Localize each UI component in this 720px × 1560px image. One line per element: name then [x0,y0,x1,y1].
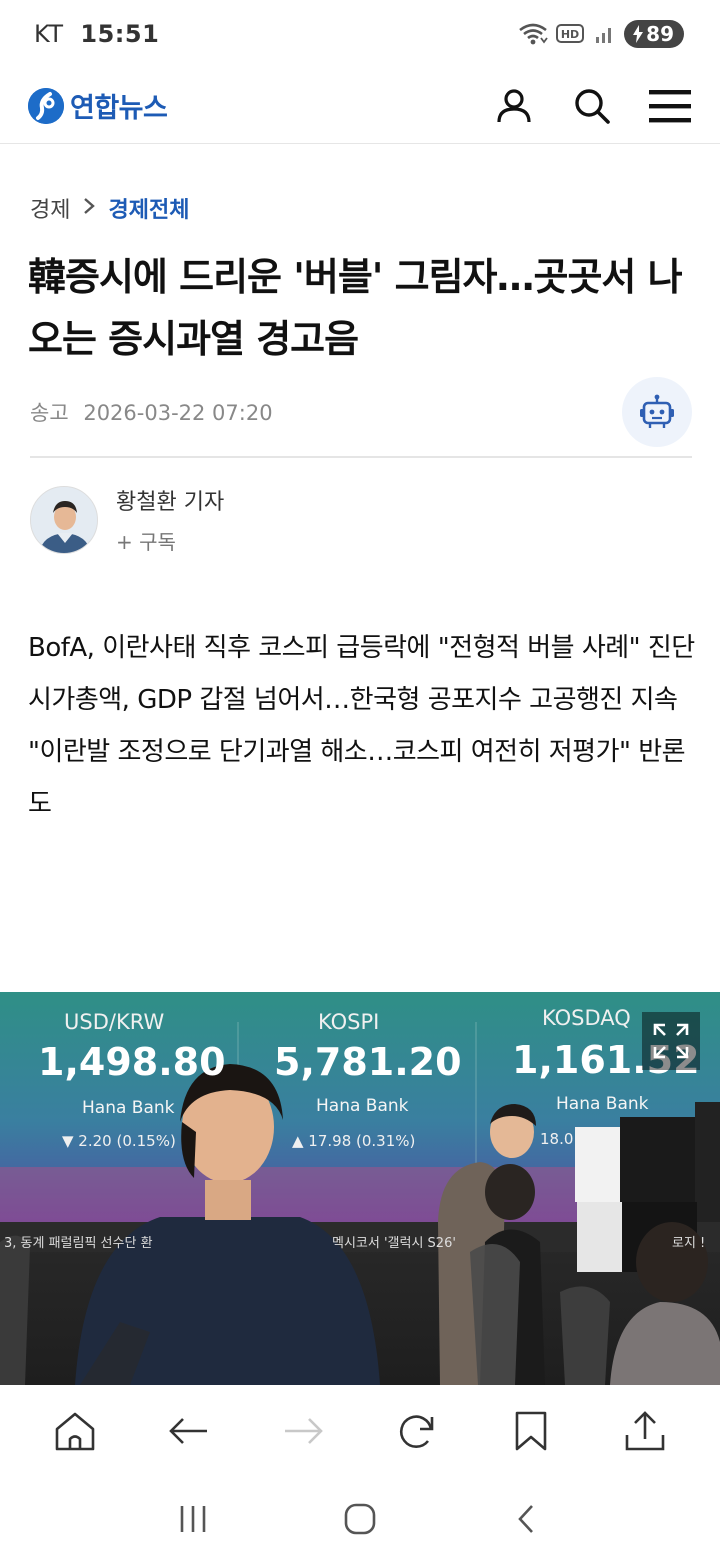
board-change-kosdaq: 18.0 [540,1130,574,1148]
expand-photo-button[interactable] [642,1012,700,1070]
back-icon[interactable] [159,1401,219,1461]
system-nav-bar [0,1477,720,1560]
logo-text: 연합뉴스 [70,93,168,124]
publish-date: 2026-03-22 07:20 [83,401,273,425]
board-bank-kosdaq: Hana Bank [556,1094,649,1114]
status-right: HD 89 [518,20,684,48]
home-icon[interactable] [45,1401,105,1461]
breadcrumb: 경제 경제전체 [30,192,189,224]
board-label-kospi: KOSPI [318,1010,380,1034]
header-actions [492,84,692,128]
menu-icon[interactable] [648,84,692,128]
battery-level: 89 [646,22,674,46]
ticker-right: 멕시코서 '갤럭시 S26' [332,1236,456,1251]
logo[interactable]: 연합뉴스 [28,86,168,125]
avatar[interactable] [30,485,98,554]
summary-item: "이란발 조정으로 단기과열 해소…코스피 여전히 저평가" 반론도 [28,737,686,819]
sent-label: 송고 [30,401,69,425]
robot-icon [640,394,674,428]
breadcrumb-subsection[interactable]: 경제전체 [108,192,189,224]
board-bank-usdkrw: Hana Bank [82,1098,175,1118]
forward-icon[interactable] [273,1401,333,1461]
article-summary: BofA, 이란사태 직후 코스피 급등락에 "전형적 버블 사례" 진단 시가… [28,622,696,830]
browser-toolbar [0,1385,720,1477]
article-photo[interactable]: USD/KRW 1,498.80 Hana Bank ▼ 2.20 (0.15%… [0,992,720,1385]
board-value-usdkrw: 1,498.80 [38,1040,226,1084]
wifi-icon [518,22,548,46]
status-left: KT 15:51 [34,20,159,48]
app-header: 연합뉴스 [0,68,720,144]
battery-indicator: 89 [624,20,684,48]
subscribe-button[interactable]: + 구독 [116,526,224,555]
ai-summary-button[interactable] [622,377,692,447]
ticker-left: 3, 동계 패럴림픽 선수단 환 [4,1236,153,1251]
author-info: 황철환 기자 + 구독 [116,484,224,555]
board-change-usdkrw: ▼ 2.20 (0.15%) [62,1132,176,1150]
board-label-kosdaq: KOSDAQ [542,1006,631,1030]
author-name[interactable]: 황철환 기자 [116,484,224,516]
user-icon[interactable] [492,84,536,128]
logo-mark [28,87,64,124]
divider [30,456,692,458]
signal-icon [594,23,616,45]
back-nav-icon[interactable] [497,1489,557,1549]
home-nav-icon[interactable] [330,1489,390,1549]
search-icon[interactable] [570,84,614,128]
charging-icon [633,25,644,43]
board-value-kospi: 5,781.20 [274,1040,462,1084]
board-bank-kospi: Hana Bank [316,1096,409,1116]
clock: 15:51 [80,20,160,48]
carrier-label: KT [34,20,64,48]
publish-info: 송고 2026-03-22 07:20 [30,397,273,427]
author-block: 황철환 기자 + 구독 [30,484,224,555]
status-bar: KT 15:51 HD 89 [0,0,720,68]
reload-icon[interactable] [387,1401,447,1461]
bookmark-icon[interactable] [501,1401,561,1461]
breadcrumb-section[interactable]: 경제 [30,192,70,224]
board-change-kospi: ▲ 17.98 (0.31%) [292,1132,416,1150]
share-icon[interactable] [615,1401,675,1461]
svg-text:HD: HD [561,28,579,41]
article-title: 韓증시에 드리운 '버블' 그림자…곳곳서 나오는 증시과열 경고음 [28,255,683,361]
article-meta: 송고 2026-03-22 07:20 [30,376,692,448]
recents-icon[interactable] [163,1489,223,1549]
expand-icon [653,1023,689,1059]
chevron-right-icon [82,196,96,220]
board-label-usdkrw: USD/KRW [64,1010,165,1034]
summary-item: 시가총액, GDP 갑절 넘어서…한국형 공포지수 고공행진 지속 [28,685,678,715]
summary-item: BofA, 이란사태 직후 코스피 급등락에 "전형적 버블 사례" 진단 [28,633,695,663]
ticker-far: 로지 ! [672,1236,706,1251]
hd-icon: HD [556,22,586,46]
